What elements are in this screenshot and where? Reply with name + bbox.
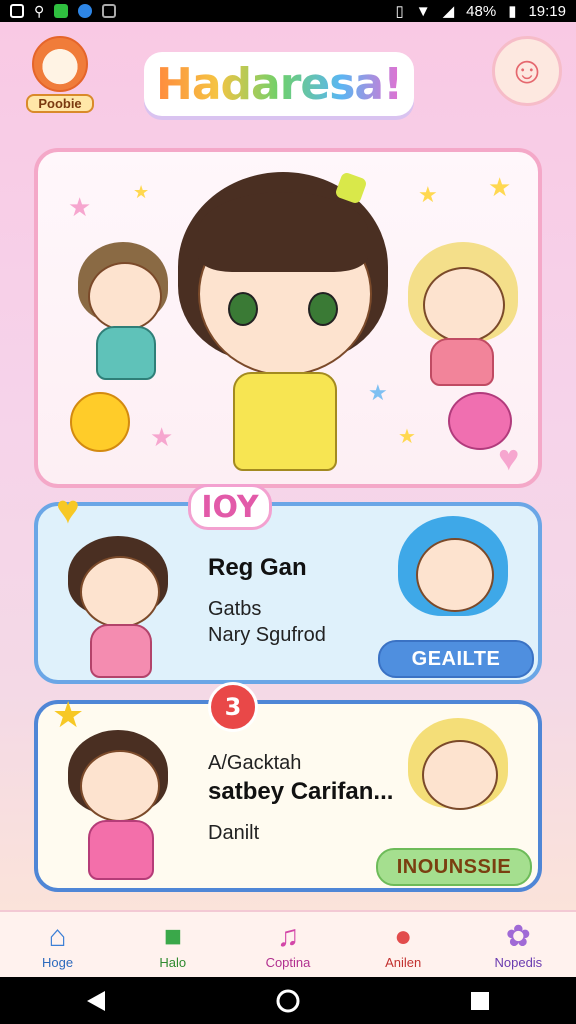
system-navigation-bar (0, 977, 576, 1024)
clock: 19:19 (528, 2, 566, 20)
card-description: Nary Sgufrod (208, 624, 326, 646)
music-note-icon: ♫ (276, 920, 300, 953)
battery-percent: 48% (466, 2, 497, 20)
heart-icon: ♥ (498, 437, 520, 478)
gallery-icon (10, 4, 24, 18)
flower-icon: ✿ (505, 920, 531, 953)
status-bar: ⚲ ▯ ▼ ◢ 48% ▮ 19:19 (0, 0, 576, 22)
card-character-right (398, 516, 508, 636)
star-icon: ★ (68, 192, 92, 222)
card-badge: IOY (188, 484, 272, 530)
wifi-icon: ▼ (415, 2, 431, 20)
card-description: Danilt (208, 822, 260, 844)
card-title: Reg Gan (208, 554, 307, 581)
app-logo[interactable]: Poobie (26, 36, 94, 116)
recents-icon (471, 991, 489, 1010)
nav-label: Nopedis (494, 955, 543, 970)
nav-item-coptina[interactable]: ♫ Coptina (238, 920, 338, 971)
star-icon: ★ (150, 422, 174, 452)
back-icon (87, 990, 105, 1011)
card-character-left (68, 536, 168, 678)
home-button[interactable] (268, 986, 308, 1016)
vibrate-icon: ▯ (395, 3, 404, 20)
logo-mascot-icon (32, 36, 88, 92)
cell-icon: ◢ (442, 3, 455, 20)
image-icon (102, 4, 117, 18)
signal-icon: ⚲ (34, 2, 45, 19)
nav-label: Anilen (385, 955, 422, 970)
notification-badge: 3 (208, 682, 258, 732)
sun-creature-icon (70, 392, 130, 452)
card-title: satbey Carifan... (208, 778, 394, 805)
card-subtitle: A/Gacktah (208, 752, 302, 774)
card-action-button[interactable]: INOUNSSIE (376, 848, 532, 886)
bottom-navigation: ⌂ Hoge ■ Halo ♫ Coptina ● Anilen ✿ Noped… (0, 910, 576, 977)
card-subtitle: Gatbs (208, 598, 262, 620)
nav-item-anilen[interactable]: ● Anilen (353, 920, 453, 971)
nav-label: Halo (159, 955, 187, 970)
side-character-right (408, 242, 518, 386)
card-character-right (408, 718, 508, 838)
nav-label: Hoge (42, 955, 74, 970)
shield-icon (54, 4, 69, 18)
star-icon: ★ (398, 426, 416, 448)
heart-icon: ♥ (56, 488, 80, 532)
smiley-face-icon: ☺ (507, 49, 547, 92)
logo-text: Poobie (26, 94, 94, 113)
card-character-left (68, 730, 168, 880)
back-button[interactable] (76, 986, 116, 1016)
nav-label: Coptina (265, 955, 311, 970)
nav-item-halo[interactable]: ■ Halo (123, 920, 223, 971)
home-icon: ⌂ (48, 920, 67, 953)
note-icon: ■ (163, 920, 182, 953)
star-icon: ★ (488, 172, 512, 202)
feature-card-1[interactable]: IOY ♥ Reg Gan Gatbs Nary Sgufrod GEAILTE (34, 484, 542, 684)
battery-icon: ▮ (508, 3, 517, 20)
nav-item-home[interactable]: ⌂ Hoge (8, 920, 108, 971)
status-icons-right: ▯ ▼ ◢ 48% ▮ 19:19 (395, 2, 566, 21)
app-title-text: Hadaresa! (156, 58, 403, 110)
main-character (178, 171, 388, 472)
recents-button[interactable] (460, 986, 500, 1016)
status-icons-left: ⚲ (10, 2, 117, 20)
nav-item-nopedis[interactable]: ✿ Nopedis (468, 920, 568, 971)
hero-banner[interactable]: ★ ★ ★ ★ ★ ★ ♥ ★ (34, 148, 542, 488)
header: Poobie Hadaresa! ☺ (0, 22, 576, 132)
card-action-button[interactable]: GEAILTE (378, 640, 534, 678)
pink-blob-icon (448, 392, 512, 450)
chat-bubble-icon: ● (394, 920, 413, 953)
chrome-icon (78, 4, 93, 18)
star-icon: ★ (418, 182, 438, 207)
app-title: Hadaresa! (144, 52, 415, 116)
star-icon: ★ (133, 182, 150, 202)
feature-card-2[interactable]: 3 ★ A/Gacktah satbey Carifan... Danilt I… (34, 682, 542, 892)
profile-button[interactable]: ☺ (492, 36, 562, 106)
home-circle-icon (276, 989, 300, 1012)
app-screen: Poobie Hadaresa! ☺ ★ ★ ★ ★ ★ ★ ♥ ★ IOY ♥… (0, 22, 576, 977)
side-character-left (78, 242, 178, 382)
